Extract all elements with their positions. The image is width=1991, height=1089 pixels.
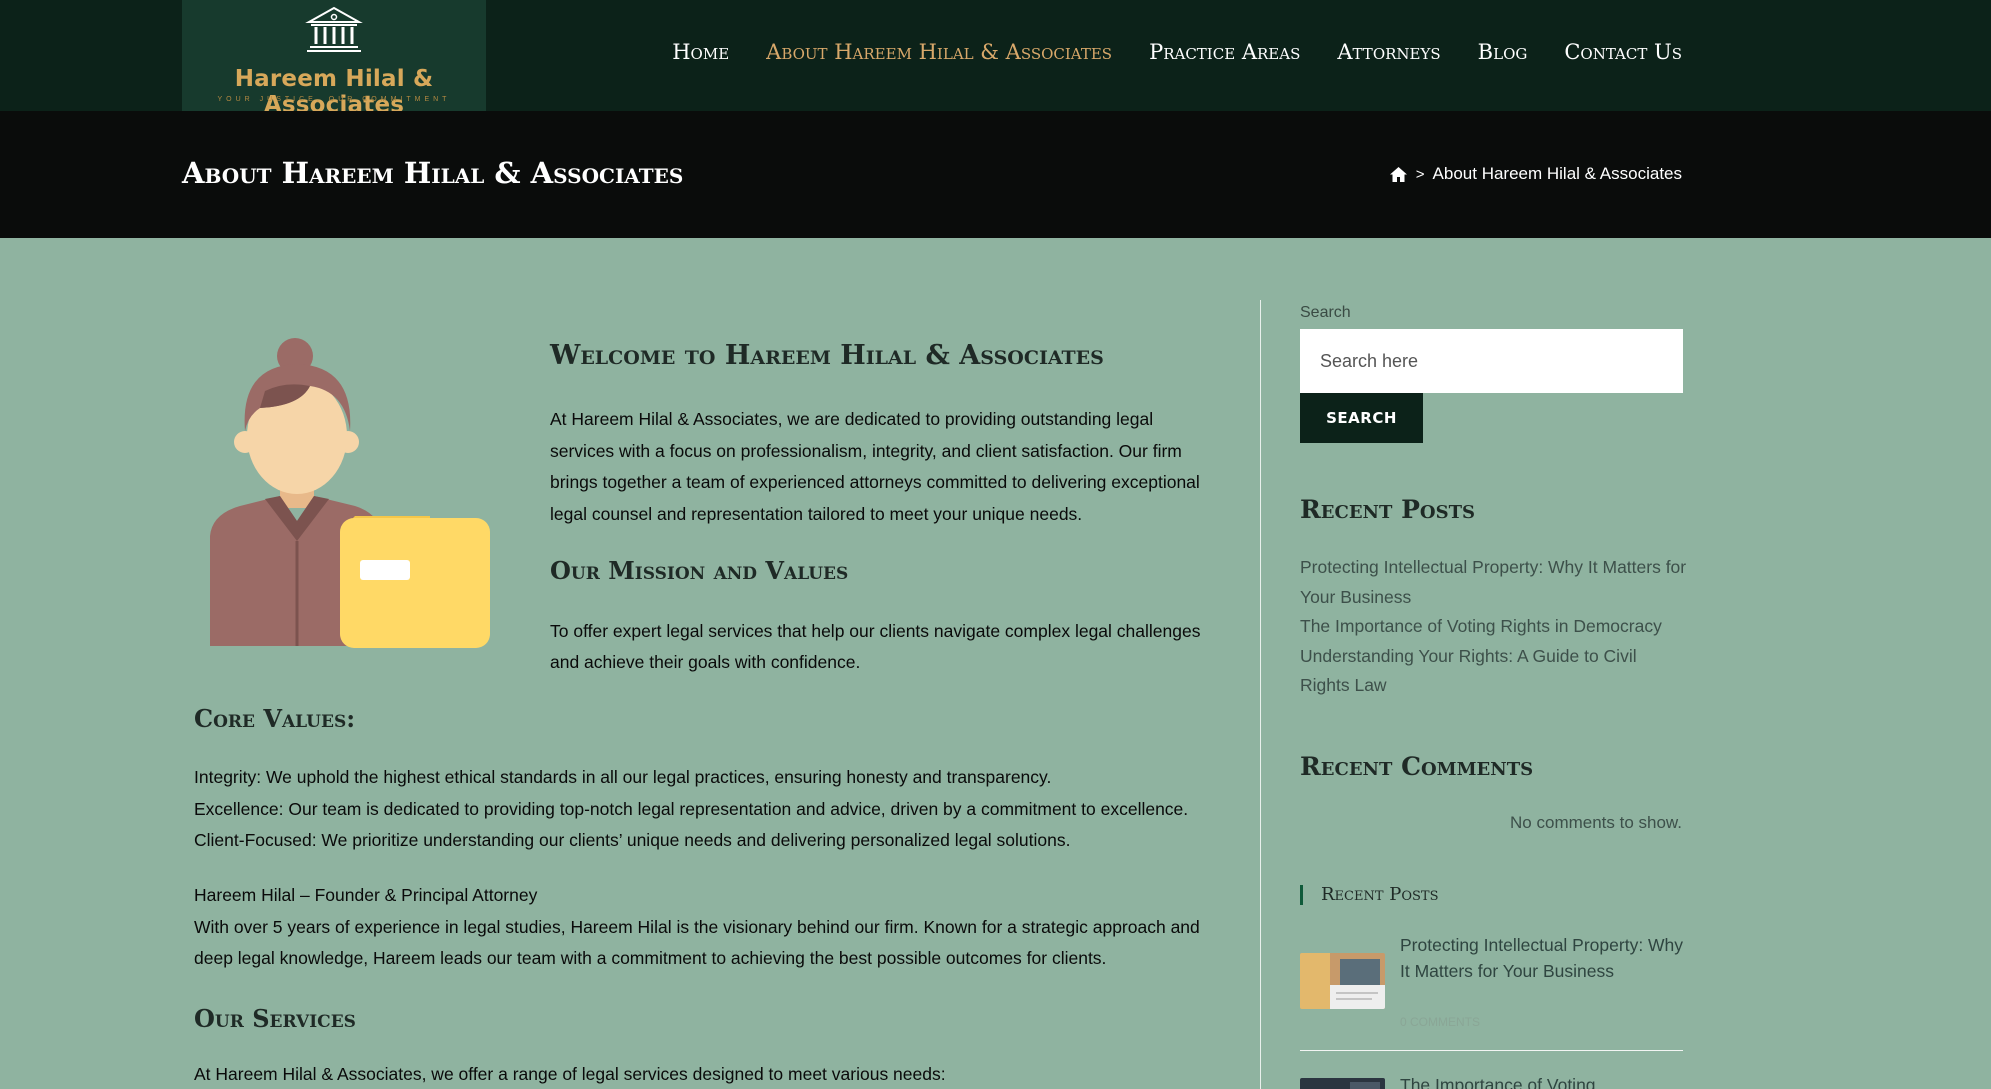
widget-post-meta: 0 COMMENTS (1400, 1015, 1481, 1029)
intro-paragraph: At Hareem Hilal & Associates, we are ded… (550, 409, 1200, 524)
top-navbar: Hareem Hilal & Associates YOUR JUSTICE, … (0, 0, 1991, 118)
courthouse-icon (305, 6, 363, 52)
services-intro: At Hareem Hilal & Associates, we offer a… (194, 1064, 946, 1084)
mission-heading: Our Mission and Values (550, 556, 849, 585)
mission-paragraph: To offer expert legal services that help… (550, 621, 1201, 672)
welcome-heading: Welcome to Hareem Hilal & Associates (550, 340, 1104, 371)
sidebar-divider (1260, 300, 1261, 1089)
recent-post-link[interactable]: Understanding Your Rights: A Guide to Ci… (1300, 642, 1690, 701)
core-value-item: Integrity: We uphold the highest ethical… (194, 767, 1052, 787)
founder-title: Hareem Hilal – Founder & Principal Attor… (194, 885, 538, 905)
breadcrumb-separator: > (1415, 165, 1425, 183)
no-comments-text: No comments to show. (1510, 813, 1682, 832)
nav-practice-areas[interactable]: Practice Areas (1149, 40, 1300, 64)
nav-about[interactable]: About Hareem Hilal & Associates (766, 40, 1112, 64)
recent-posts-widget-heading: Recent Posts (1300, 885, 1439, 905)
page-title-bar: About Hareem Hilal & Associates > About … (0, 111, 1991, 238)
logo-tagline: YOUR JUSTICE, OUR COMMITMENT (217, 96, 451, 103)
founder-section: Hareem Hilal – Founder & Principal Attor… (194, 880, 1224, 975)
widget-post-title[interactable]: Protecting Intellectual Property: Why It… (1400, 932, 1690, 984)
breadcrumb: > About Hareem Hilal & Associates (1389, 164, 1682, 184)
attorney-illustration (210, 338, 490, 648)
main-nav: Home About Hareem Hilal & Associates Pra… (672, 40, 1682, 64)
core-value-item: Excellence: Our team is dedicated to pro… (194, 798, 1189, 819)
recent-posts-list: Protecting Intellectual Property: Why It… (1300, 553, 1690, 701)
search-input[interactable] (1300, 329, 1683, 393)
core-values-list: Integrity: We uphold the highest ethical… (194, 762, 1224, 857)
recent-post-link[interactable]: Protecting Intellectual Property: Why It… (1300, 553, 1690, 612)
search-label: Search (1300, 304, 1351, 321)
recent-posts-heading: Recent Posts (1300, 495, 1475, 524)
page-title: About Hareem Hilal & Associates (182, 156, 684, 190)
core-value-item: Client-Focused: We prioritize understand… (194, 830, 1071, 850)
founder-bio: With over 5 years of experience in legal… (194, 916, 1200, 969)
recent-post-link[interactable]: The Importance of Voting Rights in Democ… (1300, 612, 1690, 642)
widget-post-divider (1300, 1050, 1683, 1051)
breadcrumb-current: About Hareem Hilal & Associates (1432, 164, 1682, 183)
recent-comments-heading: Recent Comments (1300, 752, 1534, 781)
search-button[interactable]: SEARCH (1300, 393, 1423, 443)
core-values-heading: Core Values: (194, 704, 356, 733)
home-icon[interactable] (1389, 166, 1408, 183)
post-thumbnail[interactable] (1300, 953, 1385, 1009)
post-thumbnail[interactable] (1300, 1078, 1385, 1089)
site-logo[interactable]: Hareem Hilal & Associates YOUR JUSTICE, … (182, 0, 486, 118)
nav-attorneys[interactable]: Attorneys (1337, 40, 1440, 64)
widget-post-title[interactable]: The Importance of Voting (1400, 1072, 1690, 1089)
services-heading: Our Services (194, 1004, 356, 1033)
nav-blog[interactable]: Blog (1478, 40, 1528, 64)
nav-home[interactable]: Home (672, 40, 729, 64)
nav-contact-us[interactable]: Contact Us (1564, 40, 1682, 64)
